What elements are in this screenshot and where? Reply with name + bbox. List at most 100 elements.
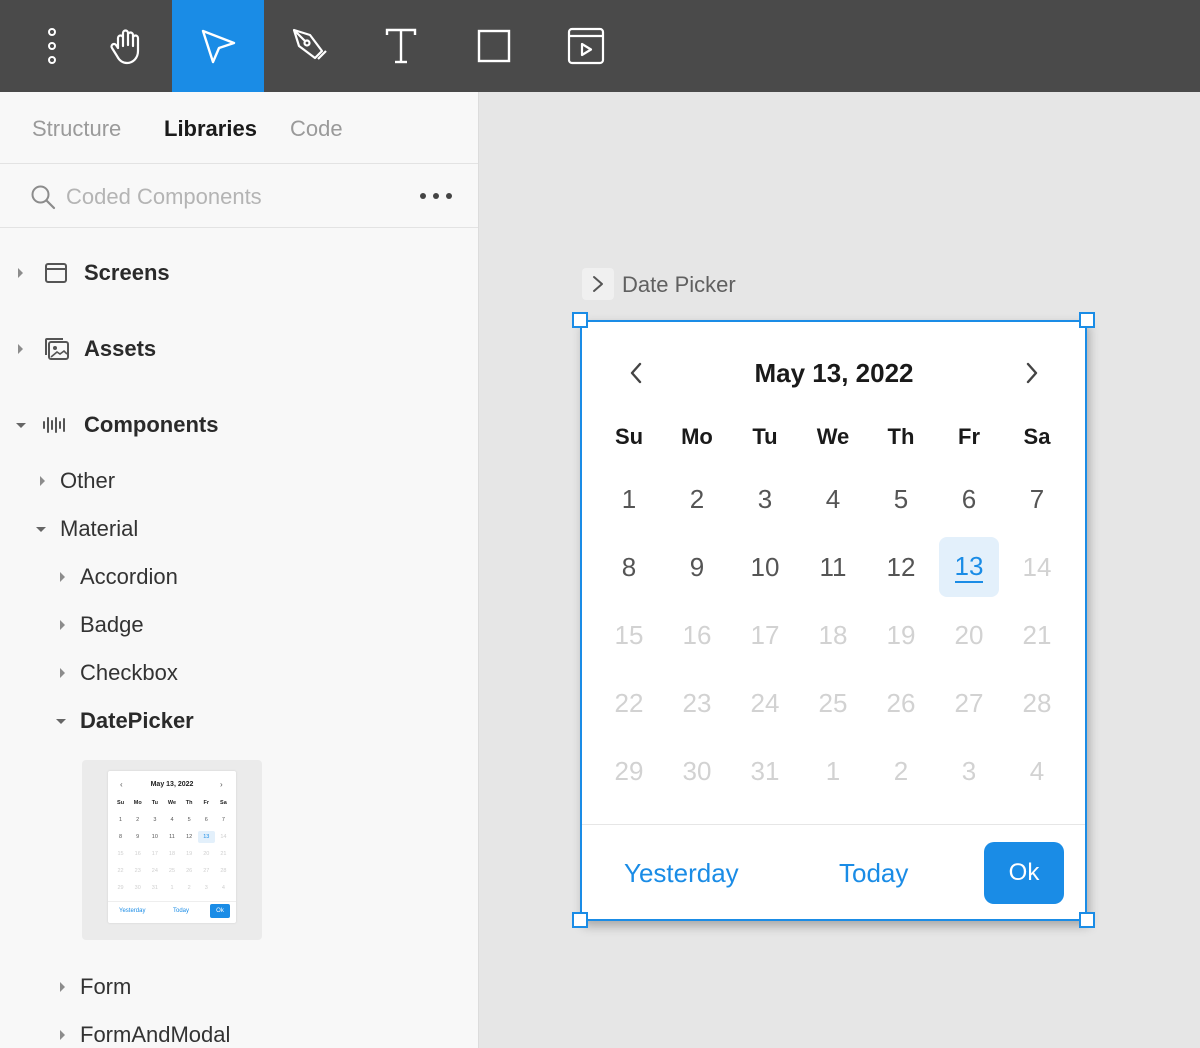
- tree-item-badge[interactable]: Badge: [60, 605, 440, 645]
- resize-handle-bottom-right[interactable]: [1079, 912, 1095, 928]
- image-icon: [45, 338, 69, 360]
- day-cell[interactable]: 25: [803, 673, 863, 733]
- yesterday-button[interactable]: Yesterday: [624, 858, 739, 889]
- top-toolbar: [0, 0, 1200, 92]
- tree-item-components[interactable]: Components: [16, 405, 456, 445]
- day-cell[interactable]: 11: [803, 537, 863, 597]
- day-cell[interactable]: 1: [803, 741, 863, 801]
- day-cell-selected[interactable]: 13: [939, 537, 999, 597]
- frame-label[interactable]: Date Picker: [622, 272, 736, 298]
- day-cell[interactable]: 30: [667, 741, 727, 801]
- thumbnail-day: 9: [136, 834, 140, 840]
- day-cell[interactable]: 29: [599, 741, 659, 801]
- day-cell[interactable]: 4: [1007, 741, 1067, 801]
- day-cell[interactable]: 9: [667, 537, 727, 597]
- thumbnail-weekday: Th: [185, 800, 193, 806]
- resize-handle-top-right[interactable]: [1079, 312, 1095, 328]
- expand-caret-icon[interactable]: [18, 344, 23, 354]
- window-icon: [45, 263, 67, 283]
- expand-caret-icon[interactable]: [60, 572, 65, 582]
- tab-structure[interactable]: Structure: [32, 116, 121, 142]
- day-cell[interactable]: 8: [599, 537, 659, 597]
- thumbnail-grid: Su Mo Tu We Th Fr Sa 1 2 3 4 5 6 7 8 9 10 11 12 13 14 15 16 17 1…: [112, 797, 232, 894]
- resize-handle-bottom-left[interactable]: [572, 912, 588, 928]
- day-cell[interactable]: 18: [803, 605, 863, 665]
- thumbnail-day: 1: [119, 817, 123, 823]
- collapse-caret-icon[interactable]: [36, 526, 46, 532]
- tree-item-material[interactable]: Material: [36, 509, 436, 549]
- day-cell[interactable]: 3: [939, 741, 999, 801]
- search-input[interactable]: [66, 180, 396, 214]
- tree-item-accordion[interactable]: Accordion: [60, 557, 440, 597]
- tree-item-formandmodal[interactable]: FormAndModal: [60, 1015, 440, 1048]
- day-cell[interactable]: 3: [735, 469, 795, 529]
- text-icon[interactable]: [355, 0, 447, 92]
- tree-item-checkbox[interactable]: Checkbox: [60, 653, 440, 693]
- thumbnail-weekday: Sa: [220, 800, 227, 806]
- day-cell[interactable]: 23: [667, 673, 727, 733]
- today-button[interactable]: Today: [839, 858, 908, 889]
- tab-libraries[interactable]: Libraries: [164, 116, 257, 142]
- day-cell[interactable]: 19: [871, 605, 931, 665]
- day-cell[interactable]: 20: [939, 605, 999, 665]
- collapse-caret-icon[interactable]: [16, 422, 26, 428]
- day-number: 30: [682, 755, 712, 786]
- expand-caret-icon[interactable]: [60, 1030, 65, 1040]
- weekday-label: Mo: [681, 424, 713, 449]
- expand-caret-icon[interactable]: [60, 620, 65, 630]
- day-cell[interactable]: 4: [803, 469, 863, 529]
- day-cell[interactable]: 14: [1007, 537, 1067, 597]
- tab-code[interactable]: Code: [290, 116, 343, 142]
- day-cell[interactable]: 12: [871, 537, 931, 597]
- thumbnail-day: 10: [151, 834, 158, 840]
- day-cell[interactable]: 6: [939, 469, 999, 529]
- day-number: 12: [886, 551, 916, 582]
- day-cell[interactable]: 2: [871, 741, 931, 801]
- thumbnail-weekday: Tu: [151, 800, 158, 806]
- tree-item-other[interactable]: Other: [40, 461, 440, 501]
- frame-play-icon[interactable]: [540, 0, 632, 92]
- day-number: 4: [825, 483, 841, 514]
- day-cell[interactable]: 2: [667, 469, 727, 529]
- day-cell[interactable]: 27: [939, 673, 999, 733]
- day-cell[interactable]: 1: [599, 469, 659, 529]
- tree-label-datepicker: DatePicker: [80, 708, 194, 733]
- next-month-button[interactable]: [1017, 358, 1047, 388]
- expand-caret-icon[interactable]: [60, 668, 65, 678]
- expand-caret-icon[interactable]: [18, 268, 23, 278]
- day-cell[interactable]: 21: [1007, 605, 1067, 665]
- collapse-caret-icon[interactable]: [56, 718, 66, 724]
- expand-caret-icon[interactable]: [40, 476, 45, 486]
- chevron-right-icon: [1026, 362, 1038, 384]
- day-cell[interactable]: 28: [1007, 673, 1067, 733]
- day-cell[interactable]: 16: [667, 605, 727, 665]
- hand-icon[interactable]: [80, 0, 172, 92]
- resize-handle-top-left[interactable]: [572, 312, 588, 328]
- expand-caret-icon[interactable]: [60, 982, 65, 992]
- day-number: 16: [682, 619, 712, 650]
- rectangle-icon[interactable]: [448, 0, 540, 92]
- ok-button[interactable]: Ok: [984, 842, 1064, 904]
- tree-item-datepicker[interactable]: DatePicker: [56, 701, 436, 741]
- pointer-icon[interactable]: [172, 0, 264, 92]
- day-cell[interactable]: 7: [1007, 469, 1067, 529]
- tree-item-form[interactable]: Form: [60, 967, 440, 1007]
- tree-item-screens[interactable]: Screens: [18, 253, 458, 293]
- thumbnail-weekday: Su: [117, 800, 125, 806]
- day-cell[interactable]: 5: [871, 469, 931, 529]
- day-cell[interactable]: 22: [599, 673, 659, 733]
- day-cell[interactable]: 26: [871, 673, 931, 733]
- frame-expand-button[interactable]: [582, 268, 614, 300]
- day-cell[interactable]: 31: [735, 741, 795, 801]
- day-cell[interactable]: 10: [735, 537, 795, 597]
- date-picker-frame[interactable]: May 13, 2022 Su Mo Tu We Th Fr Sa 1 2 3 4 5 6 7 8 9 10 1…: [581, 320, 1087, 921]
- pen-icon[interactable]: [264, 0, 356, 92]
- day-cell[interactable]: 15: [599, 605, 659, 665]
- tree-item-assets[interactable]: Assets: [18, 329, 458, 369]
- day-cell[interactable]: 24: [735, 673, 795, 733]
- day-cell[interactable]: 17: [735, 605, 795, 665]
- more-options-icon[interactable]: [420, 184, 452, 208]
- prev-month-button[interactable]: [621, 358, 651, 388]
- day-number: 15: [614, 619, 644, 650]
- datepicker-thumbnail[interactable]: ‹ May 13, 2022 › Su Mo Tu We Th Fr Sa 1 2 3 4 5 6 7 8 9…: [82, 760, 262, 940]
